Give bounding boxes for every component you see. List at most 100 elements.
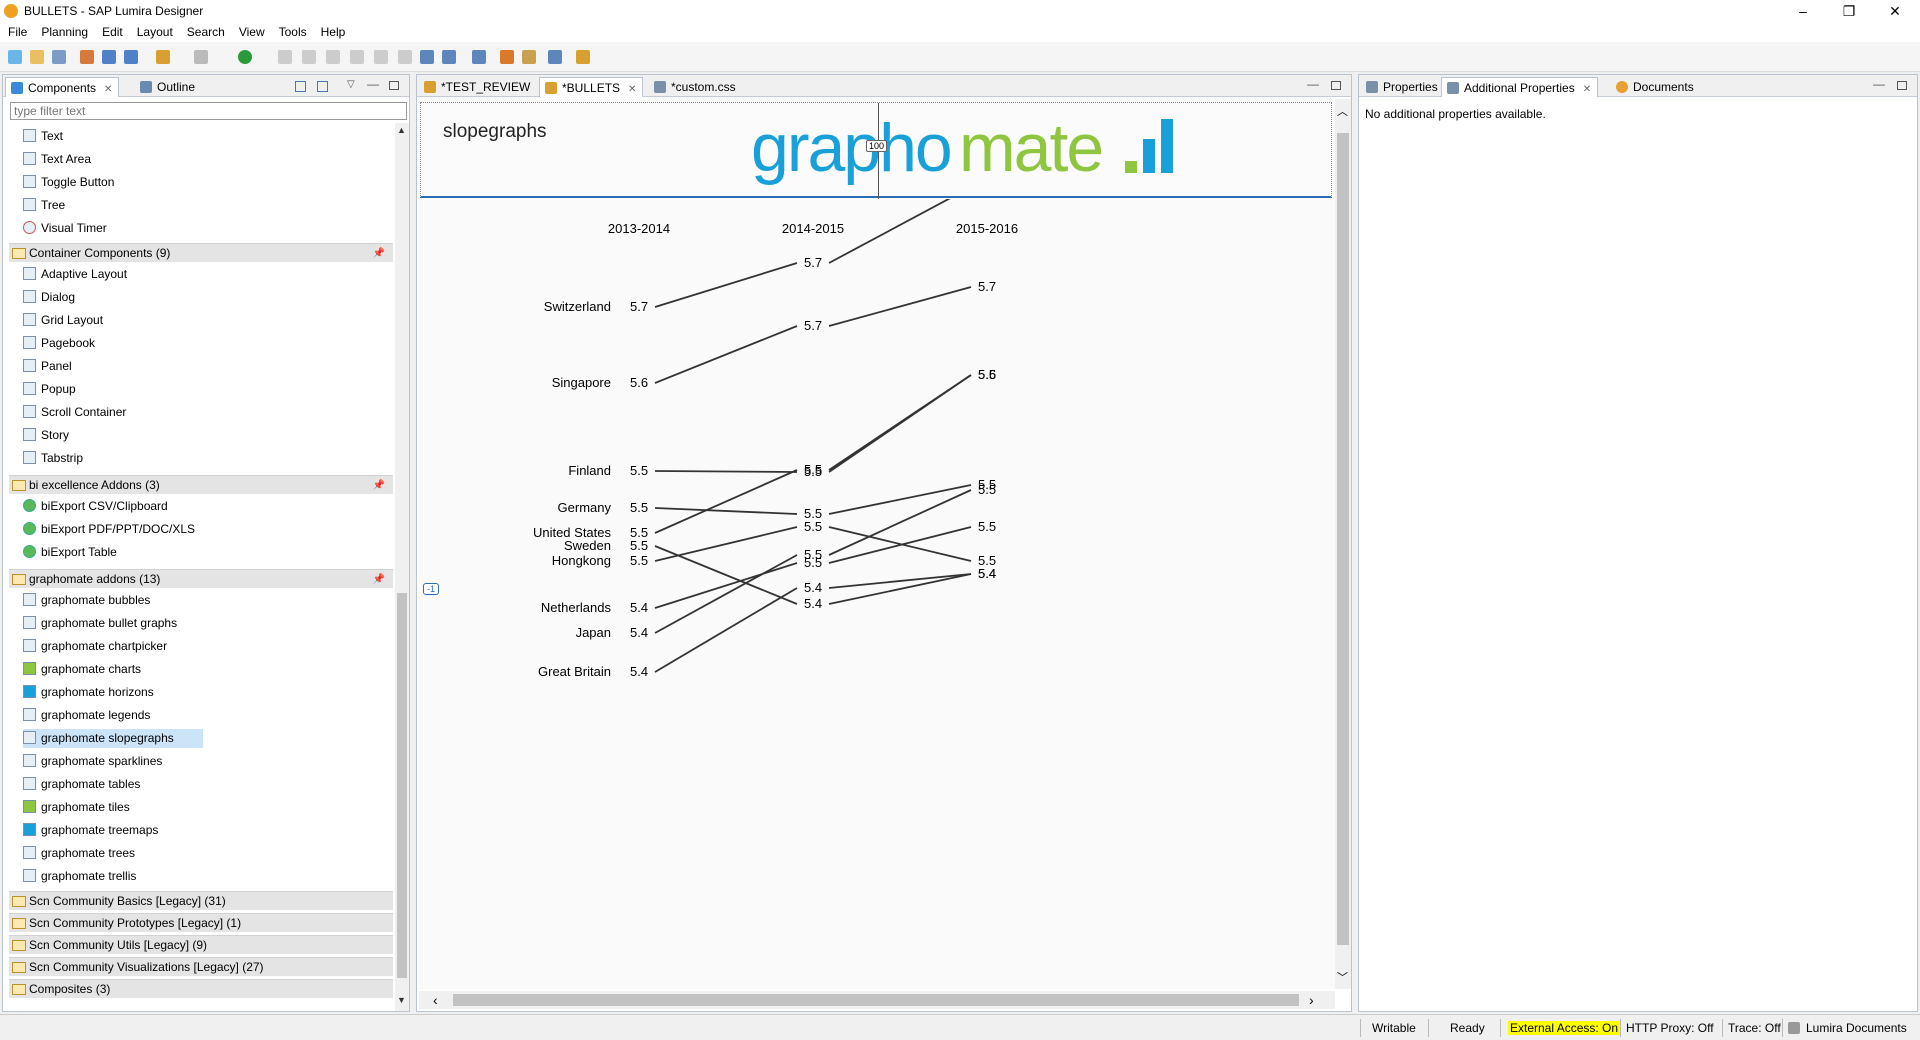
view-menu-icon[interactable]: ▽ xyxy=(347,79,355,90)
menu-search[interactable]: Search xyxy=(179,22,231,39)
status-trace[interactable]: Trace: Off xyxy=(1728,1021,1781,1035)
align-middle-icon[interactable] xyxy=(374,50,388,64)
pin-icon[interactable]: 📌 xyxy=(373,244,385,263)
export-icon[interactable] xyxy=(576,50,590,64)
doc-icon[interactable] xyxy=(522,50,536,64)
list-item[interactable]: Text xyxy=(23,127,63,146)
collapse-all-icon[interactable] xyxy=(317,81,328,92)
redo-icon[interactable] xyxy=(194,50,208,64)
group-container-components[interactable]: Container Components (9) 📌 xyxy=(9,243,393,262)
list-item[interactable]: graphomate trellis xyxy=(23,867,136,886)
group-scn-prototypes[interactable]: Scn Community Prototypes [Legacy] (1) xyxy=(9,913,393,932)
group-scn-visualizations[interactable]: Scn Community Visualizations [Legacy] (2… xyxy=(9,957,393,976)
minimize-view-icon[interactable]: — xyxy=(1873,77,1885,91)
tab-test-review[interactable]: *TEST_REVIEW xyxy=(419,77,536,97)
group-scn-basics[interactable]: Scn Community Basics [Legacy] (31) xyxy=(9,891,393,910)
tab-documents[interactable]: Documents xyxy=(1611,77,1700,97)
open-icon[interactable] xyxy=(30,50,44,64)
minimize-button[interactable]: – xyxy=(1780,0,1826,22)
list-item[interactable]: graphomate tables xyxy=(23,775,140,794)
canvas-hscrollbar[interactable]: ‹ › xyxy=(419,991,1335,1009)
list-item[interactable]: graphomate treemaps xyxy=(23,821,158,840)
list-item[interactable]: Toggle Button xyxy=(23,173,114,192)
canvas-vscrollbar[interactable]: ︿ ﹀ xyxy=(1335,99,1351,989)
list-item[interactable]: graphomate horizons xyxy=(23,683,154,702)
components-scrollbar[interactable]: ▲ ▼ xyxy=(395,123,409,1011)
list-item[interactable]: graphomate chartpicker xyxy=(23,637,167,656)
group-scn-utils[interactable]: Scn Community Utils [Legacy] (9) xyxy=(9,935,393,954)
tab-components[interactable]: Components ✕ xyxy=(5,77,120,97)
list-item[interactable]: Tabstrip xyxy=(23,449,83,468)
group-bi-excellence[interactable]: bi excellence Addons (3) 📌 xyxy=(9,475,393,494)
align-top-icon[interactable] xyxy=(350,50,364,64)
status-external-access[interactable]: External Access: On xyxy=(1508,1021,1621,1035)
tab-outline[interactable]: Outline xyxy=(135,77,201,97)
list-item[interactable]: Story xyxy=(23,426,69,445)
list-item[interactable]: graphomate trees xyxy=(23,844,135,863)
close-icon[interactable]: ✕ xyxy=(104,84,112,95)
close-button[interactable]: ✕ xyxy=(1872,0,1918,22)
minimize-view-icon[interactable]: — xyxy=(367,77,379,91)
layout-icon[interactable] xyxy=(548,50,562,64)
align-left-icon[interactable] xyxy=(278,50,292,64)
list-item[interactable]: graphomate tiles xyxy=(23,798,130,817)
list-item[interactable]: graphomate legends xyxy=(23,706,150,725)
scroll-down-icon[interactable]: ▼ xyxy=(397,995,406,1005)
group-graphomate[interactable]: graphomate addons (13) 📌 xyxy=(9,569,393,588)
menu-planning[interactable]: Planning xyxy=(33,22,94,39)
scroll-right-icon[interactable]: › xyxy=(1309,992,1314,1008)
list-item-selected[interactable]: graphomate slopegraphs xyxy=(23,729,203,748)
restore-button[interactable]: ❐ xyxy=(1826,0,1872,22)
menu-edit[interactable]: Edit xyxy=(94,22,129,39)
list-item[interactable]: Tree xyxy=(23,196,65,215)
list-item[interactable]: Scroll Container xyxy=(23,403,126,422)
menu-help[interactable]: Help xyxy=(313,22,352,39)
scroll-up-icon[interactable]: ▲ xyxy=(397,125,406,135)
scroll-down-icon[interactable]: ﹀ xyxy=(1337,969,1348,985)
menu-view[interactable]: View xyxy=(231,22,271,39)
align-right-icon[interactable] xyxy=(326,50,340,64)
save-icon[interactable] xyxy=(52,50,66,64)
wand-icon[interactable] xyxy=(500,50,514,64)
close-icon[interactable]: ✕ xyxy=(1583,84,1591,95)
list-item[interactable]: graphomate bullet graphs xyxy=(23,614,177,633)
scroll-thumb[interactable] xyxy=(1337,133,1349,945)
menu-tools[interactable]: Tools xyxy=(271,22,313,39)
list-item[interactable]: Popup xyxy=(23,380,76,399)
tab-bullets[interactable]: *BULLETS ✕ xyxy=(539,77,644,97)
list-item[interactable]: Grid Layout xyxy=(23,311,103,330)
scroll-thumb[interactable] xyxy=(453,994,1299,1006)
group-icon[interactable] xyxy=(472,50,486,64)
pin-icon[interactable]: 📌 xyxy=(373,570,385,589)
list-item[interactable]: graphomate sparklines xyxy=(23,752,162,771)
list-item[interactable]: Pagebook xyxy=(23,334,95,353)
datasource-icon[interactable] xyxy=(80,50,94,64)
maximize-view-icon[interactable] xyxy=(1897,81,1907,90)
list-item[interactable]: Adaptive Layout xyxy=(23,265,127,284)
status-http-proxy[interactable]: HTTP Proxy: Off xyxy=(1626,1021,1714,1035)
align-center-icon[interactable] xyxy=(302,50,316,64)
scroll-thumb[interactable] xyxy=(397,593,407,978)
menu-file[interactable]: File xyxy=(0,22,33,39)
close-icon[interactable]: ✕ xyxy=(628,84,636,95)
list-item[interactable]: biExport Table xyxy=(23,543,117,562)
list-item[interactable]: Dialog xyxy=(23,288,75,307)
list-item[interactable]: graphomate bubbles xyxy=(23,591,150,610)
status-lumira-documents[interactable]: Lumira Documents xyxy=(1806,1021,1907,1035)
scroll-up-icon[interactable]: ︿ xyxy=(1337,103,1348,119)
grid-icon[interactable] xyxy=(442,50,456,64)
database-icon[interactable] xyxy=(102,50,116,64)
new-icon[interactable] xyxy=(8,50,22,64)
minimize-view-icon[interactable]: — xyxy=(1307,77,1319,91)
filter-input[interactable] xyxy=(10,102,407,120)
undo-icon[interactable] xyxy=(156,50,170,64)
expand-all-icon[interactable] xyxy=(295,81,306,92)
maximize-view-icon[interactable] xyxy=(1331,81,1341,90)
tab-additional-properties[interactable]: Additional Properties ✕ xyxy=(1441,77,1599,97)
align-bottom-icon[interactable] xyxy=(398,50,412,64)
tab-properties[interactable]: Properties xyxy=(1361,77,1444,97)
menu-layout[interactable]: Layout xyxy=(129,22,179,39)
list-item[interactable]: biExport PDF/PPT/DOC/XLS xyxy=(23,520,195,539)
run-icon[interactable] xyxy=(238,50,252,64)
list-item[interactable]: graphomate charts xyxy=(23,660,141,679)
